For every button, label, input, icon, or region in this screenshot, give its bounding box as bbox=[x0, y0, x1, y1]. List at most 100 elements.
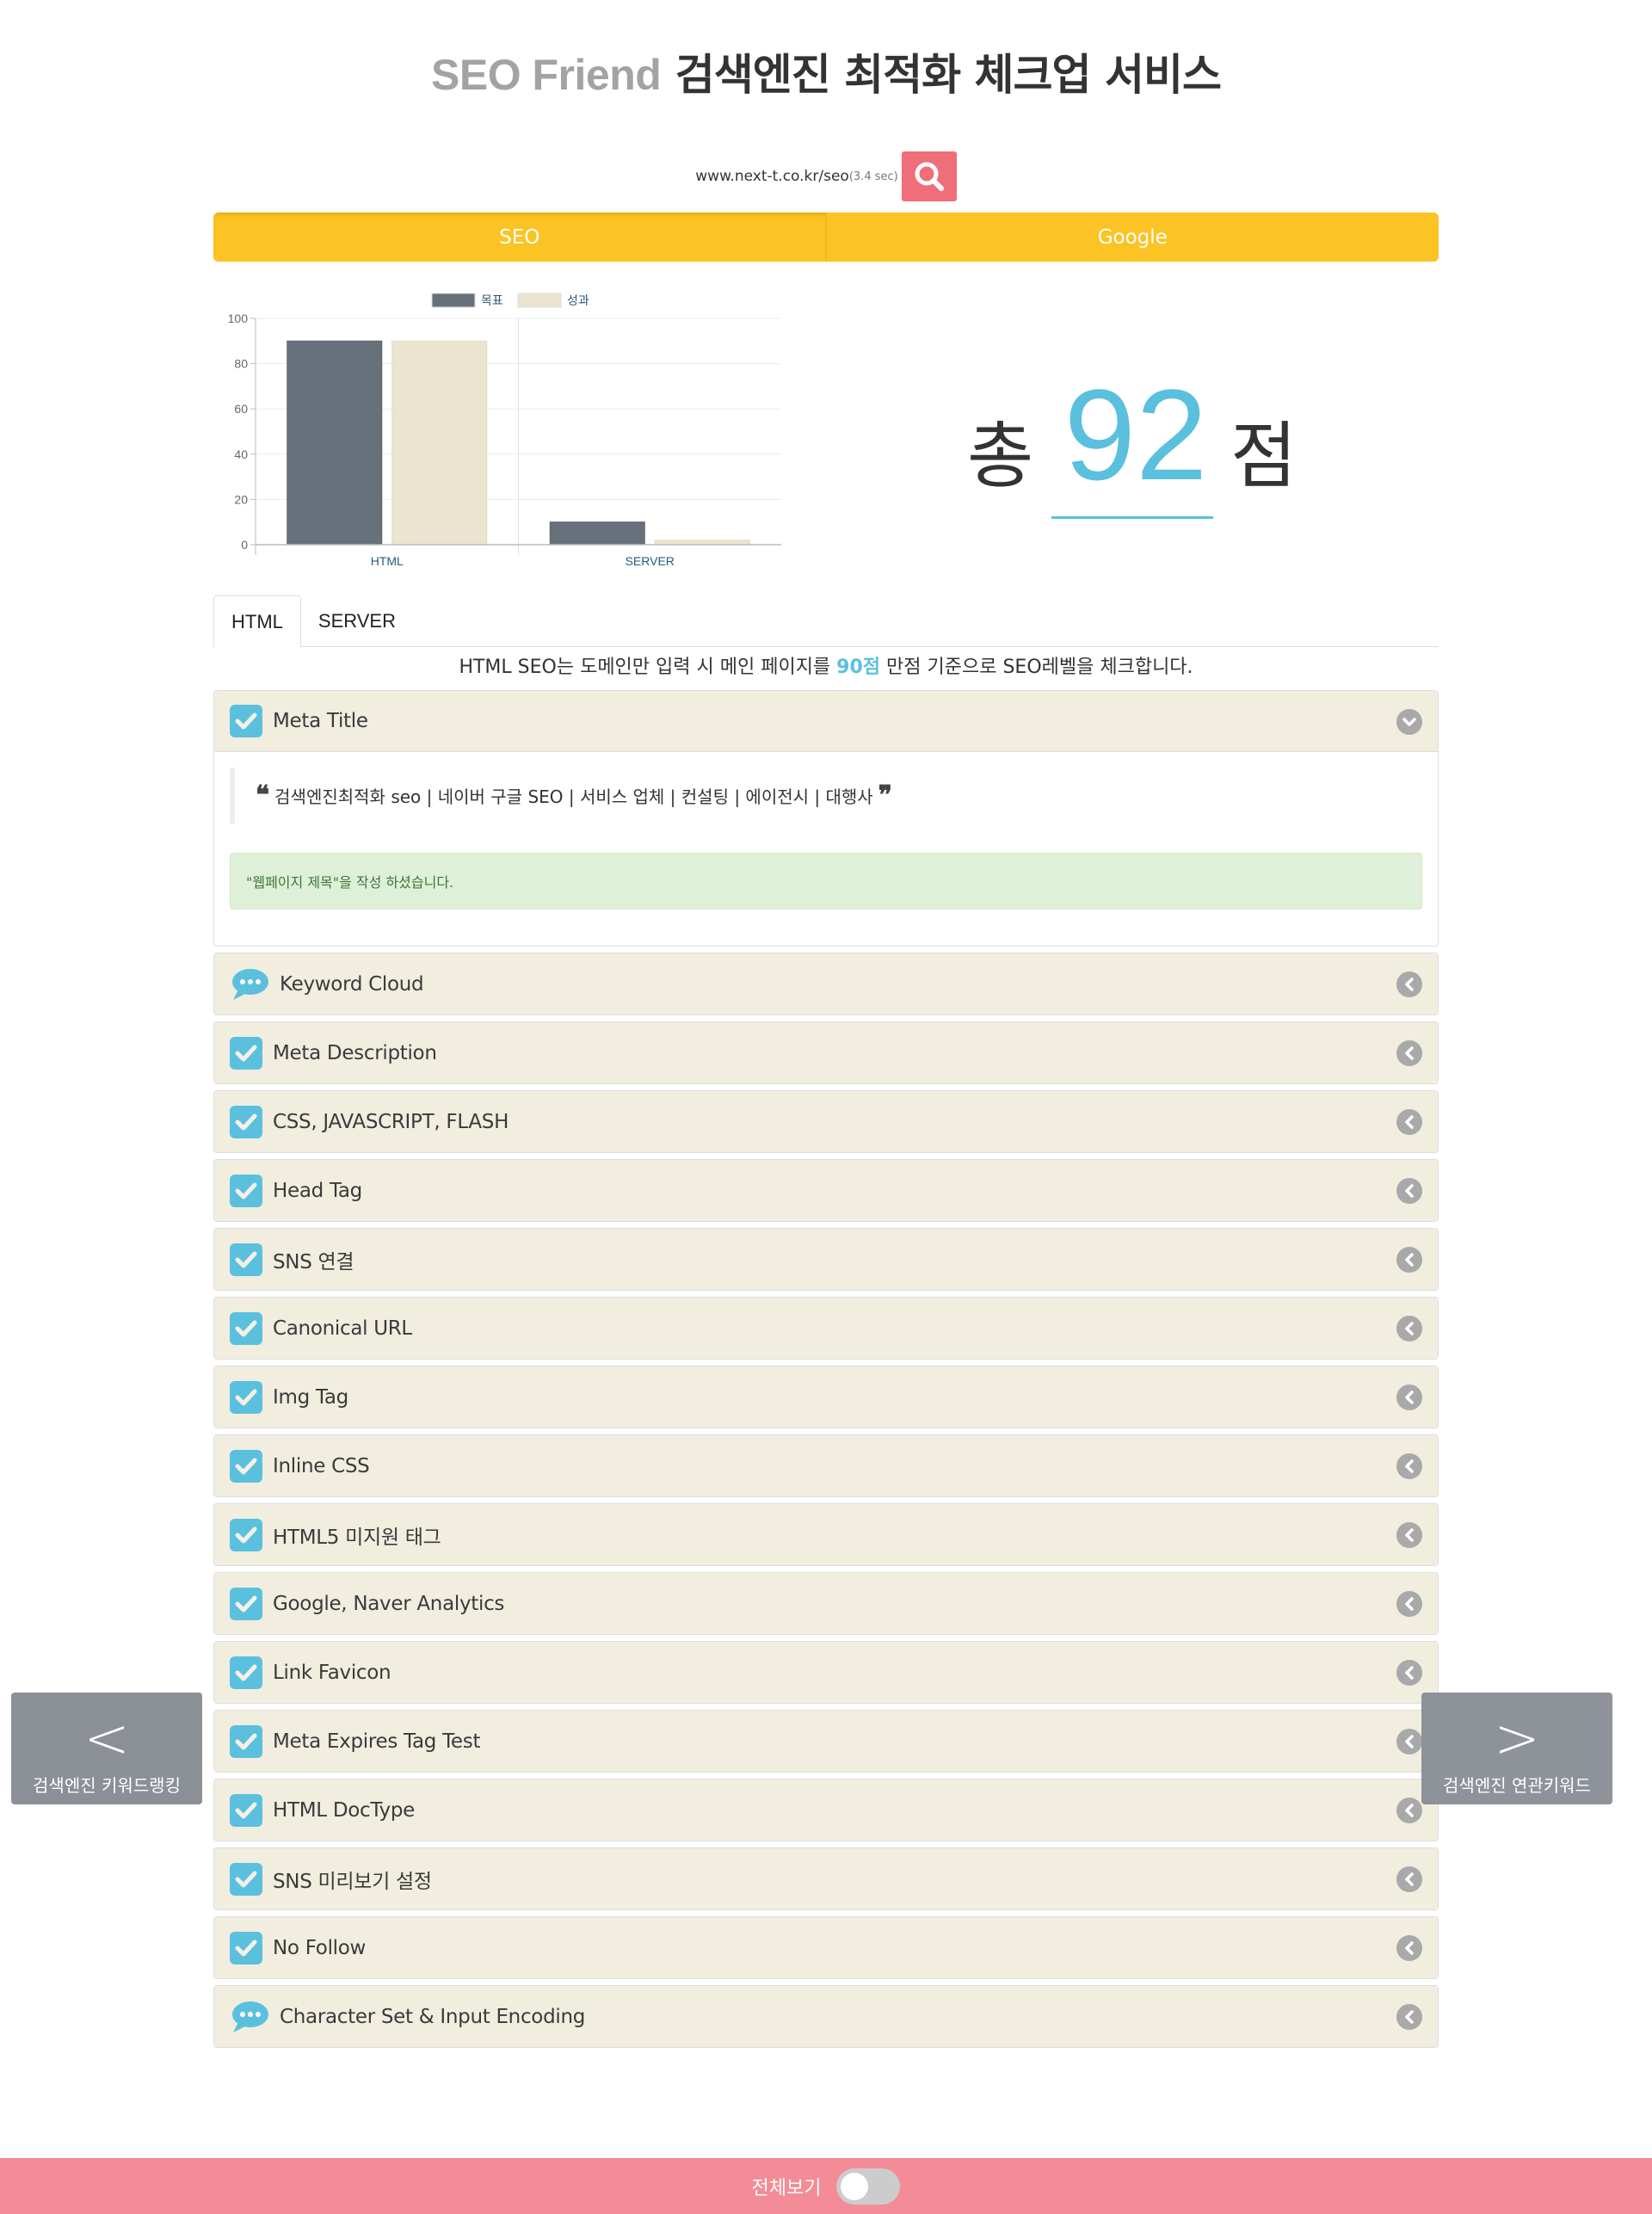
meta-title-quote: ❝ 검색엔진최적화 seo | 네이버 구글 SEO | 서비스 업체 | 컨설팅… bbox=[230, 768, 1422, 823]
next-page-button[interactable]: > 검색엔진 연관키워드 bbox=[1421, 1693, 1612, 1804]
checkbox-checked-icon bbox=[230, 1243, 262, 1276]
analyzed-url: www.next-t.co.kr/seo bbox=[695, 168, 849, 185]
main-tabs: SEO Google bbox=[213, 213, 1439, 262]
chevron-left-icon[interactable] bbox=[1396, 1866, 1422, 1892]
y-tick-label: 80 bbox=[234, 357, 248, 371]
chevron-left-icon[interactable] bbox=[1396, 2004, 1422, 2030]
check-panel: SNS 연결 bbox=[213, 1228, 1439, 1291]
panel-header[interactable]: CSS, JAVASCRIPT, FLASH bbox=[214, 1091, 1438, 1152]
check-panel: Google, Naver Analytics bbox=[213, 1572, 1439, 1635]
panel-header[interactable]: Inline CSS bbox=[214, 1435, 1438, 1496]
chevron-left-icon[interactable] bbox=[1396, 1798, 1422, 1823]
panel-title: Keyword Cloud bbox=[280, 972, 424, 996]
panel-header[interactable]: Google, Naver Analytics bbox=[214, 1573, 1438, 1634]
panel-header[interactable]: Link Favicon bbox=[214, 1642, 1438, 1703]
page-title: SEO Friend 검색엔진 최적화 체크업 서비스 bbox=[0, 45, 1652, 105]
tab-server[interactable]: SERVER bbox=[301, 595, 413, 647]
chevron-left-icon[interactable] bbox=[1396, 1385, 1422, 1410]
panel-title: HTML5 미지원 태그 bbox=[273, 1526, 441, 1549]
chevron-left-icon[interactable] bbox=[1396, 971, 1422, 997]
legend-label: 성과 bbox=[567, 293, 589, 307]
tab-html[interactable]: HTML bbox=[213, 595, 301, 648]
panel-header[interactable]: Meta Description bbox=[214, 1022, 1438, 1083]
chevron-left-icon[interactable] bbox=[1396, 1453, 1422, 1479]
chevron-left-icon[interactable] bbox=[1396, 1040, 1422, 1066]
footer-bar: 전체보기 bbox=[0, 2158, 1652, 2214]
panel-title: Meta Expires Tag Test bbox=[273, 1730, 481, 1753]
open-quote-icon: ❝ bbox=[256, 780, 270, 811]
panel-header[interactable]: No Follow bbox=[214, 1917, 1438, 1978]
panel-title: No Follow bbox=[273, 1936, 367, 1959]
check-panel: Meta Description bbox=[213, 1021, 1439, 1084]
search-button[interactable] bbox=[901, 151, 957, 201]
chevron-left-icon[interactable] bbox=[1396, 1178, 1422, 1204]
checkbox-checked-icon bbox=[230, 1931, 262, 1964]
prev-page-button[interactable]: < 검색엔진 키워드랭킹 bbox=[11, 1693, 202, 1804]
elapsed-time: (3.4 sec) bbox=[848, 170, 898, 183]
bar-html-result bbox=[391, 340, 488, 546]
checkbox-checked-icon bbox=[230, 1587, 262, 1620]
checkbox-checked-icon bbox=[230, 1518, 262, 1551]
chevron-left-icon[interactable] bbox=[1396, 1522, 1422, 1548]
intro-before: HTML SEO는 도메인만 입력 시 메인 페이지를 bbox=[459, 657, 837, 678]
x-tick-label: HTML bbox=[371, 554, 404, 568]
panel-header[interactable]: Meta Title bbox=[214, 691, 1438, 752]
chevron-left-icon[interactable] bbox=[1396, 1660, 1422, 1686]
chart-svg: 목표 성과 0 20 40 60 80 100 HTML SERVER bbox=[228, 293, 781, 568]
checkbox-checked-icon bbox=[230, 1724, 262, 1758]
chevron-left-icon[interactable] bbox=[1396, 1591, 1422, 1617]
tab-google[interactable]: Google bbox=[827, 213, 1439, 262]
page-title-text: 검색엔진 최적화 체크업 서비스 bbox=[675, 50, 1222, 100]
view-all-toggle[interactable] bbox=[836, 2168, 901, 2205]
legend-label: 목표 bbox=[481, 293, 503, 307]
tab-seo[interactable]: SEO bbox=[213, 213, 827, 262]
chevron-left-icon[interactable] bbox=[1396, 1316, 1422, 1341]
checkbox-checked-icon bbox=[230, 1449, 262, 1483]
score-value: 92 bbox=[1063, 362, 1208, 507]
checkbox-checked-icon bbox=[230, 1174, 262, 1207]
chevron-right-icon: > bbox=[1494, 1707, 1540, 1771]
chevron-left-icon[interactable] bbox=[1396, 1729, 1422, 1755]
panel-title: Canonical URL bbox=[273, 1317, 412, 1340]
search-icon bbox=[915, 162, 944, 191]
panel-header[interactable]: HTML DocType bbox=[214, 1779, 1438, 1841]
search-row: www.next-t.co.kr/seo (3.4 sec) bbox=[0, 151, 1652, 201]
panel-title: CSS, JAVASCRIPT, FLASH bbox=[273, 1110, 509, 1133]
intro-text: HTML SEO는 도메인만 입력 시 메인 페이지를 90점 만점 기준으로 … bbox=[0, 652, 1652, 683]
panel-header[interactable]: SNS 연결 bbox=[214, 1229, 1438, 1290]
legend-swatch bbox=[517, 293, 562, 308]
checkbox-checked-icon bbox=[230, 1311, 262, 1345]
panel-header[interactable]: Img Tag bbox=[214, 1366, 1438, 1428]
chevron-left-icon[interactable] bbox=[1396, 1935, 1422, 1961]
seo-bar-chart: 목표 성과 0 20 40 60 80 100 HTML SERVER bbox=[213, 284, 798, 577]
panel-header[interactable]: HTML5 미지원 태그 bbox=[214, 1504, 1438, 1565]
panel-header[interactable]: SNS 미리보기 설정 bbox=[214, 1848, 1438, 1909]
chart-bars: HTML SERVER bbox=[287, 318, 750, 568]
chevron-left-icon[interactable] bbox=[1396, 1109, 1422, 1135]
chevron-down-icon[interactable] bbox=[1396, 709, 1422, 735]
comment-bubble-icon bbox=[230, 967, 269, 1002]
panel-title: Head Tag bbox=[273, 1179, 362, 1202]
panel-title: Img Tag bbox=[273, 1385, 348, 1409]
checkbox-checked-icon bbox=[230, 1656, 262, 1689]
check-panel: Canonical URL bbox=[213, 1297, 1439, 1360]
chevron-left-icon[interactable] bbox=[1396, 1247, 1422, 1273]
checkbox-checked-icon bbox=[230, 1862, 262, 1896]
chevron-left-icon: < bbox=[83, 1707, 130, 1771]
check-panel: HTML5 미지원 태그 bbox=[213, 1503, 1439, 1566]
success-alert: "웹페이지 제목"을 작성 하셨습니다. bbox=[230, 853, 1422, 910]
panel-title: Character Set & Input Encoding bbox=[280, 2005, 586, 2028]
panel-header[interactable]: Meta Expires Tag Test bbox=[214, 1711, 1438, 1772]
comment-bubble-icon bbox=[230, 2000, 269, 2034]
panel-header[interactable]: Head Tag bbox=[214, 1160, 1438, 1221]
next-page-label: 검색엔진 연관키워드 bbox=[1443, 1775, 1591, 1796]
check-panels: Meta Title ❝ 검색엔진최적화 seo | 네이버 구글 SEO | 서비… bbox=[213, 690, 1439, 2054]
panel-title: SNS 연결 bbox=[273, 1250, 354, 1274]
panel-header[interactable]: Keyword Cloud bbox=[214, 953, 1438, 1014]
checkbox-checked-icon bbox=[230, 1105, 262, 1138]
panel-header[interactable]: Character Set & Input Encoding bbox=[214, 1986, 1438, 2047]
score-underline bbox=[1051, 516, 1213, 519]
legend-swatch bbox=[431, 293, 476, 308]
check-panel: Keyword Cloud bbox=[213, 953, 1439, 1015]
panel-header[interactable]: Canonical URL bbox=[214, 1298, 1438, 1359]
